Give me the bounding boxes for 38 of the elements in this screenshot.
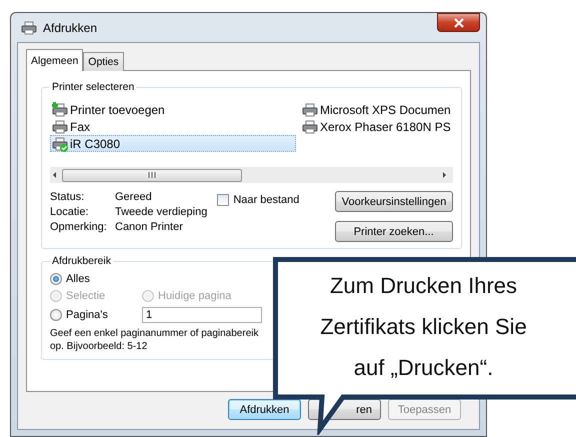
horizontal-scrollbar[interactable]: [50, 167, 453, 183]
radio-label[interactable]: Pagina's: [66, 309, 108, 321]
preferences-button[interactable]: Voorkeursinstellingen: [334, 191, 453, 212]
group-title: Afdrukbereik: [51, 255, 112, 267]
printer-icon: [52, 102, 68, 118]
info-value: Tweede verdieping: [115, 206, 208, 218]
printer-icon: [52, 136, 68, 152]
info-label: Opmerking:: [50, 221, 108, 233]
close-button[interactable]: [437, 13, 480, 32]
find-printer-button[interactable]: Printer zoeken...: [334, 221, 453, 242]
dialog-button[interactable]: Afdrukken: [228, 399, 301, 420]
callout-text: Zum Drucken Ihres Zertifikats klicken Sie auf „Drucken“.: [319, 272, 528, 382]
pages-field[interactable]: 1: [142, 307, 262, 323]
info-value: Canon Printer: [115, 221, 184, 233]
info-label: Status:: [50, 191, 86, 203]
group-title: Printer selecteren: [51, 81, 136, 93]
printer-icon: [302, 118, 318, 134]
info-value: Gereed: [115, 191, 153, 203]
printer-item[interactable]: iR C3080: [50, 135, 296, 152]
tab[interactable]: Opties: [83, 52, 124, 71]
window-title: Afdrukken: [43, 20, 98, 34]
tab[interactable]: Algemeen: [26, 49, 84, 71]
radio-button[interactable]: [50, 273, 62, 285]
checkbox-label[interactable]: Naar bestand: [233, 194, 300, 206]
hint-text: Geef een enkel paginanummer of paginabereik op. Bijvoorbeeld: 5-12: [50, 328, 260, 353]
close-icon: [452, 18, 464, 28]
info-label: Locatie:: [50, 206, 90, 218]
printer-item[interactable]: Printer toevoegen: [50, 101, 296, 118]
grip-icon: [148, 172, 156, 178]
checkbox[interactable]: [217, 194, 230, 206]
printer-item[interactable]: Microsoft XPS Documen: [300, 101, 453, 118]
printer-icon: [21, 20, 37, 36]
printer-item[interactable]: Fax: [50, 118, 296, 135]
printer-item[interactable]: Xerox Phaser 6180N PS: [300, 118, 453, 135]
radio-label[interactable]: Alles: [66, 273, 90, 285]
printer-icon: [302, 102, 318, 118]
radio-button[interactable]: [50, 309, 62, 321]
fax-icon: [52, 118, 68, 134]
